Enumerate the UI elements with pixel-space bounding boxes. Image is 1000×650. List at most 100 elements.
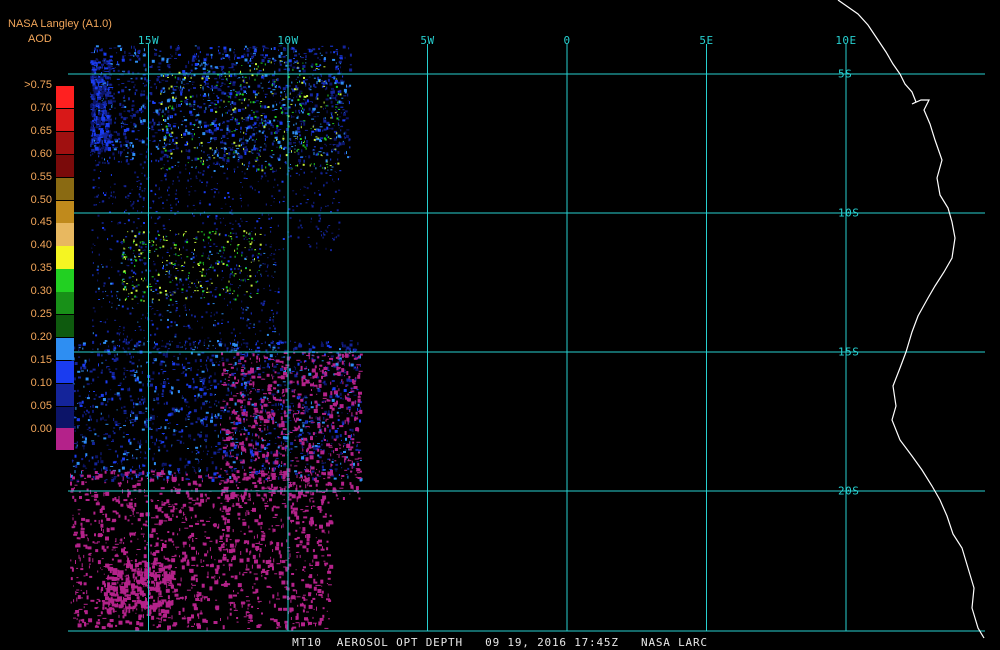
aod-pixel <box>325 51 328 54</box>
aod-pixel <box>143 63 146 67</box>
aod-pixel <box>254 484 258 488</box>
aod-pixel <box>199 359 202 362</box>
aod-pixel <box>320 106 323 108</box>
aod-pixel <box>167 194 170 196</box>
aod-pixel <box>291 47 293 50</box>
aod-pixel <box>335 96 337 100</box>
aod-pixel <box>276 311 279 314</box>
aod-pixel <box>183 305 185 307</box>
aod-pixel <box>122 453 126 456</box>
aod-pixel <box>190 69 193 72</box>
aod-pixel <box>255 63 257 66</box>
aod-pixel <box>241 65 243 66</box>
aod-pixel <box>291 370 295 372</box>
aod-pixel <box>210 65 213 68</box>
aod-pixel <box>270 451 273 455</box>
aod-pixel <box>93 204 96 206</box>
aod-pixel <box>97 214 100 217</box>
aod-pixel <box>275 264 277 266</box>
aod-pixel <box>294 346 298 350</box>
aod-pixel <box>164 113 166 116</box>
aod-pixel <box>223 172 226 174</box>
aod-pixel <box>135 60 138 63</box>
aod-pixel <box>311 130 315 133</box>
aod-pixel <box>188 385 192 389</box>
aod-pixel <box>171 142 173 144</box>
aod-pixel <box>252 353 255 357</box>
aod-pixel <box>241 307 242 309</box>
aod-pixel <box>152 141 154 142</box>
aod-pixel <box>211 231 214 233</box>
aod-pixel <box>152 200 155 202</box>
aod-pixel <box>208 156 211 158</box>
aod-pixel <box>344 135 345 139</box>
aod-pixel <box>324 435 325 438</box>
aod-pixel <box>170 152 173 155</box>
aod-pixel <box>177 356 179 360</box>
aod-pixel <box>316 111 320 113</box>
aod-pixel <box>134 84 136 86</box>
aod-pixel <box>98 253 100 256</box>
aod-pixel <box>196 287 198 289</box>
aod-pixel <box>326 344 330 347</box>
aod-pixel <box>324 88 326 91</box>
aod-pixel <box>92 332 94 335</box>
aod-pixel <box>232 381 235 384</box>
aod-pixel <box>329 143 332 145</box>
aod-pixel <box>261 164 263 167</box>
aod-pixel <box>333 390 338 395</box>
aod-pixel <box>205 445 207 449</box>
aod-pixel <box>162 87 165 90</box>
aod-pixel <box>313 446 317 450</box>
aod-pixel <box>243 294 246 296</box>
aod-pixel <box>101 65 103 69</box>
aod-pixel <box>226 120 230 123</box>
aod-pixel <box>188 337 191 340</box>
aod-pixel <box>94 196 96 198</box>
aod-pixel <box>137 440 139 444</box>
aod-pixel <box>222 121 225 124</box>
aod-pixel <box>105 123 110 127</box>
aod-pixel <box>206 184 208 187</box>
aod-pixel <box>93 398 96 400</box>
aod-pixel <box>302 68 304 70</box>
aod-pixel <box>82 465 86 468</box>
aod-pixel <box>186 241 189 244</box>
aod-pixel <box>335 395 338 398</box>
aod-retrieval-pixels <box>70 45 363 632</box>
aod-pixel <box>246 139 249 142</box>
aod-pixel <box>191 251 193 253</box>
aod-pixel <box>163 138 166 141</box>
aod-pixel <box>331 87 334 90</box>
aod-pixel <box>209 375 212 378</box>
aod-pixel <box>174 275 177 277</box>
aod-pixel <box>152 118 154 122</box>
aod-pixel <box>336 385 338 387</box>
aod-pixel <box>193 470 196 472</box>
aod-pixel <box>329 82 333 86</box>
aod-pixel <box>172 291 174 293</box>
aod-pixel <box>270 131 273 135</box>
aod-pixel <box>100 402 104 406</box>
aod-pixel <box>166 154 169 158</box>
aod-pixel <box>201 459 202 460</box>
aod-pixel <box>184 365 186 369</box>
aod-pixel <box>120 144 123 148</box>
aod-pixel <box>241 108 245 111</box>
aod-pixel <box>193 87 196 89</box>
aod-pixel <box>277 409 279 411</box>
aod-pixel <box>296 126 300 130</box>
aod-pixel <box>347 467 350 470</box>
aod-pixel <box>157 254 159 257</box>
aod-pixel <box>173 410 176 413</box>
aod-pixel <box>241 102 243 104</box>
aod-pixel <box>112 147 115 149</box>
aod-pixel <box>166 60 169 63</box>
aod-pixel <box>105 60 107 64</box>
aod-pixel <box>280 465 282 467</box>
aod-pixel <box>194 157 198 161</box>
aod-pixel <box>162 224 165 227</box>
aod-pixel <box>178 179 180 182</box>
aod-pixel <box>310 132 312 136</box>
aod-pixel <box>138 411 142 414</box>
